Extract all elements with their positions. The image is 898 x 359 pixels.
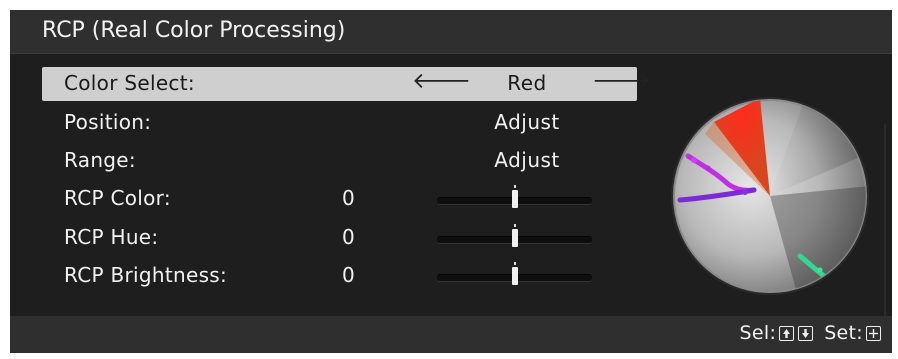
slider-center-tick bbox=[514, 224, 516, 227]
rcp-hue-label: RCP Hue: bbox=[64, 225, 159, 249]
key-hint: Sel: Set: bbox=[740, 322, 882, 344]
menu-panel: Color Select: 🡐 Red 🡒 Position: Adjust R… bbox=[10, 54, 892, 349]
rcp-osd-window: RCP (Real Color Processing) Color Select… bbox=[10, 10, 892, 353]
rcp-color-value: 0 bbox=[342, 186, 355, 210]
menu-item-range[interactable]: Range: Adjust bbox=[42, 144, 637, 178]
rcp-hue-value: 0 bbox=[342, 225, 355, 249]
range-value: Adjust bbox=[494, 148, 560, 172]
slider-thumb[interactable] bbox=[512, 229, 518, 247]
page-title: RCP (Real Color Processing) bbox=[42, 18, 346, 43]
footer-bar: Sel: Set: bbox=[10, 316, 892, 353]
rcp-color-label: RCP Color: bbox=[64, 186, 171, 210]
up-key-icon bbox=[779, 325, 795, 341]
color-select-value: Red bbox=[507, 71, 547, 95]
title-bar: RCP (Real Color Processing) bbox=[10, 10, 892, 54]
enter-key-icon bbox=[866, 325, 881, 341]
set-hint-label: Set: bbox=[824, 322, 863, 344]
menu-item-position[interactable]: Position: Adjust bbox=[42, 106, 637, 140]
position-value: Adjust bbox=[494, 110, 560, 134]
menu-item-color-select[interactable]: Color Select: 🡐 Red 🡒 bbox=[42, 67, 651, 101]
rcp-brightness-value: 0 bbox=[342, 263, 355, 287]
range-label: Range: bbox=[64, 148, 136, 172]
menu-item-rcp-brightness[interactable]: RCP Brightness: 0 bbox=[42, 259, 637, 293]
rcp-brightness-slider[interactable] bbox=[437, 262, 592, 285]
slider-thumb[interactable] bbox=[512, 190, 518, 208]
slider-thumb[interactable] bbox=[512, 267, 518, 285]
menu-item-rcp-hue[interactable]: RCP Hue: 0 bbox=[42, 221, 637, 255]
rcp-color-slider[interactable] bbox=[437, 185, 592, 208]
right-arrow-icon[interactable]: 🡒 bbox=[592, 68, 651, 94]
color-wheel-graphic bbox=[671, 97, 869, 295]
slider-center-tick bbox=[514, 262, 516, 265]
color-select-label: Color Select: bbox=[64, 71, 195, 95]
down-key-icon bbox=[798, 325, 814, 341]
sel-hint-label: Sel: bbox=[739, 322, 777, 344]
color-wheel bbox=[650, 64, 890, 304]
rcp-brightness-label: RCP Brightness: bbox=[64, 263, 228, 287]
rcp-hue-slider[interactable] bbox=[437, 224, 592, 247]
left-arrow-icon[interactable]: 🡐 bbox=[412, 68, 471, 94]
position-label: Position: bbox=[64, 110, 152, 134]
menu-item-rcp-color[interactable]: RCP Color: 0 bbox=[42, 182, 637, 216]
slider-center-tick bbox=[514, 185, 516, 188]
